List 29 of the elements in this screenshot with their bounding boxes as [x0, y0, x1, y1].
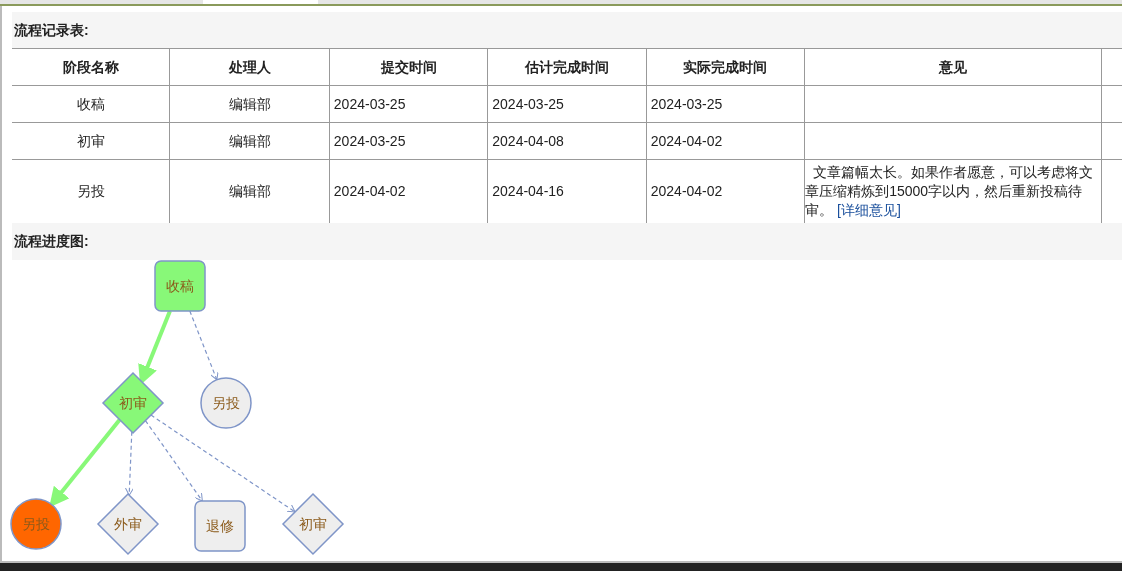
- flow-node: 收稿: [154, 260, 206, 312]
- column-header: 实际完成时间: [646, 49, 806, 85]
- column-header: 意见: [805, 49, 1103, 85]
- flow-node: 另投: [200, 377, 252, 429]
- flow-node: 初审: [101, 371, 165, 435]
- flow-node: 初审: [281, 492, 345, 556]
- table-cell: 编辑部: [170, 86, 330, 122]
- table-cell: 2024-04-02: [646, 123, 806, 159]
- column-header: 处理人: [170, 49, 330, 85]
- flow-arrow: [125, 431, 134, 496]
- flow-arrow: [189, 310, 219, 381]
- section-header: 流程进度图:: [12, 223, 1122, 260]
- table-cell: 收稿: [12, 86, 171, 122]
- flow-node: 退修: [194, 500, 246, 552]
- section-header: 流程记录表:: [12, 12, 1122, 48]
- table-cell: 初审: [12, 123, 171, 159]
- table-cell: 2024-03-25: [329, 86, 489, 122]
- column-header: 阶段名称: [12, 49, 171, 85]
- details-link[interactable]: [详细意见]: [837, 202, 901, 218]
- opinion-text: 文章篇幅太长。如果作者愿意，可以考虑将文章压缩精炼到15000字以内，然后重新投稿待审。 [详细意见]: [805, 163, 1095, 220]
- table-cell: 2024-03-25: [488, 86, 647, 122]
- column-header: 估计完成时间: [488, 49, 647, 85]
- table-cell: 编辑部: [170, 123, 330, 159]
- table-cell: 2024-04-08: [488, 123, 647, 159]
- flow-node: 外审: [96, 492, 160, 556]
- column-header: 提交时间: [329, 49, 489, 85]
- table-cell: 2024-03-25: [329, 123, 489, 159]
- flow-node: 另投: [10, 498, 62, 550]
- table-cell: 2024-03-25: [646, 86, 806, 122]
